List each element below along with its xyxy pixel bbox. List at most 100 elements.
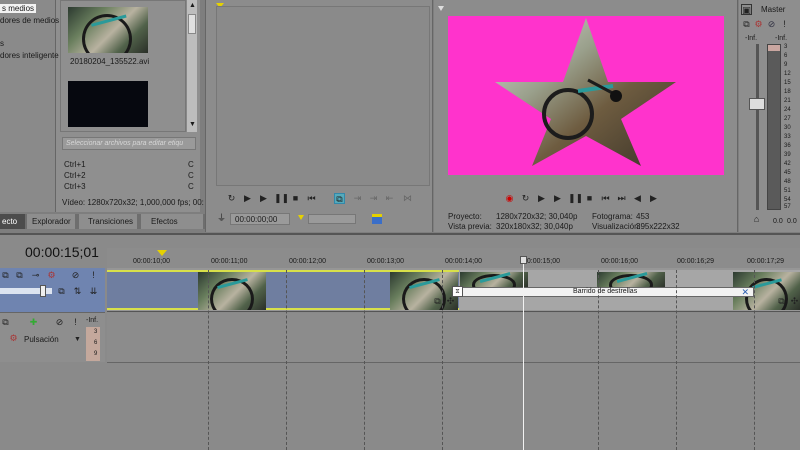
composite-icon[interactable]: ⊸ [30, 270, 41, 281]
audio-envelope-icon[interactable]: ✚ [28, 317, 39, 328]
tag-input[interactable]: Seleccionar archivos para editar etiqu [62, 137, 196, 150]
solo-icon[interactable]: ! [70, 317, 81, 328]
settings-gear-icon[interactable]: ⚙ [753, 19, 764, 30]
shortcut-val: C [188, 160, 194, 169]
transition-icon[interactable]: ⧖ [452, 286, 463, 297]
composite-child-icon[interactable]: ⇅ [72, 286, 83, 297]
audio-track-lane[interactable] [107, 313, 800, 363]
event-fx-icon[interactable]: ✣ [789, 296, 800, 307]
current-time: 00:00:15;01 [25, 244, 99, 260]
tab-transitions[interactable]: Transiciones [79, 214, 137, 229]
go-to-start-icon[interactable]: ⏮ [600, 193, 611, 204]
audio-track-header[interactable]: ⧉ ✚ ⊘ ! ⚙ Pulsación ▼ -Inf. 3 6 9 [0, 312, 105, 362]
star-mask-shape [495, 18, 676, 166]
video-track-header[interactable]: ⧉ ⧉ ⊸ ⚙ ⊘ ! ⧉ ⇅ ⇊ [0, 268, 105, 312]
frame-label: Fotograma: [592, 212, 633, 221]
solo-icon[interactable]: ! [779, 19, 790, 30]
clip-thumbnail [597, 272, 665, 288]
event-pan-crop-icon[interactable]: ⧉ [776, 296, 787, 307]
media-files: 20180204_135522.avi [60, 0, 186, 132]
master-db-left: -Inf. [745, 35, 758, 42]
prev-frame-icon[interactable]: ⏮ [306, 193, 317, 204]
play-icon[interactable]: ▶ [552, 193, 563, 204]
insert-icon[interactable]: ⇥ [352, 193, 363, 204]
ripple-icon[interactable]: ⇤ [384, 193, 395, 204]
clip-thumbnail [460, 272, 528, 288]
loop-marker[interactable] [157, 250, 167, 256]
media-thumbnail-black[interactable] [68, 81, 148, 127]
ruler-label: 00:00:10;00 [133, 258, 170, 265]
track-motion-icon[interactable]: ⧉ [0, 270, 11, 281]
tree-item[interactable]: dores inteligente [0, 51, 59, 60]
master-icon[interactable]: ▣ [741, 4, 752, 15]
scroll-thumb[interactable] [188, 14, 196, 34]
next-frame-icon[interactable]: ▶ [648, 193, 659, 204]
bus-fx-icon[interactable]: ⧉ [741, 19, 752, 30]
audio-track-fx[interactable]: Pulsación [24, 335, 59, 344]
media-thumbnail[interactable] [68, 7, 148, 53]
pause-icon[interactable]: ❚❚ [274, 193, 289, 204]
track-fx-icon[interactable]: ⧉ [0, 317, 11, 328]
add-to-timeline-icon[interactable]: ⧉ [334, 193, 345, 204]
grid-line [754, 270, 755, 450]
scroll-down-icon[interactable]: ▼ [189, 121, 196, 128]
pause-icon[interactable]: ❚❚ [568, 193, 583, 204]
trimmer-time-field[interactable]: 00:00:00;00 [230, 213, 290, 225]
event-fx-icon[interactable]: ✣ [445, 296, 456, 307]
settings-gear-icon[interactable]: ⚙ [8, 333, 19, 344]
tab-explorer[interactable]: Explorador [27, 214, 75, 229]
ruler-label: 00:00:15;00 [523, 258, 560, 265]
tab-project-media[interactable]: ecto [0, 214, 25, 229]
composite-parent-icon[interactable]: ⧉ [56, 286, 67, 297]
transition-bar[interactable]: Barrido de destrellas ✕ [462, 287, 754, 297]
overwrite-icon[interactable]: ⇥ [368, 193, 379, 204]
stop-icon[interactable]: ■ [290, 193, 301, 204]
track-fx-icon[interactable]: ⧉ [14, 270, 25, 281]
trimmer-timebar: ⏚ 00:00:00;00 [216, 212, 428, 226]
loop-icon[interactable]: ↻ [226, 193, 237, 204]
trimmer-range[interactable] [308, 214, 356, 224]
video-preview[interactable] [448, 16, 724, 175]
settings-gear-icon[interactable]: ⚙ [46, 270, 57, 281]
solo-icon[interactable]: ! [88, 270, 99, 281]
audio-meter: 3 6 9 [86, 327, 100, 361]
play-icon[interactable]: ▶ [258, 193, 269, 204]
scroll-up-icon[interactable]: ▲ [189, 2, 196, 9]
split-icon[interactable]: ⋈ [402, 193, 413, 204]
master-fader-track[interactable] [756, 44, 759, 210]
expand-icon[interactable]: ⇊ [88, 286, 99, 297]
tree-item[interactable]: dores de medios [0, 16, 59, 25]
playhead[interactable] [523, 258, 524, 450]
play-from-start-icon[interactable]: ▶ [242, 193, 253, 204]
record-icon[interactable]: ◉ [504, 193, 515, 204]
grid-line [208, 270, 209, 450]
stop-icon[interactable]: ■ [584, 193, 595, 204]
chevron-down-icon[interactable]: ▼ [72, 334, 83, 345]
mute-icon[interactable]: ⊘ [54, 317, 65, 328]
trimmer-in-marker[interactable] [298, 215, 304, 220]
trimmer-viewport[interactable] [216, 6, 430, 186]
tree-item[interactable]: s [0, 39, 4, 48]
transition-label: Barrido de destrellas [573, 288, 638, 295]
display-label: Visualización: [592, 222, 641, 231]
timeline-ruler[interactable]: 00:00:10;00 00:00:11;00 00:00:12;00 00:0… [107, 248, 800, 270]
trimmer-out-marker[interactable] [372, 214, 382, 224]
play-from-start-icon[interactable]: ▶ [536, 193, 547, 204]
playhead-handle[interactable] [520, 256, 527, 264]
master-fader-handle[interactable] [749, 98, 765, 110]
lock-icon[interactable]: ⌂ [751, 214, 762, 225]
mute-icon[interactable]: ⊘ [766, 19, 777, 30]
tab-effects[interactable]: Efectos [141, 214, 203, 229]
prev-frame-icon[interactable]: ◀ [632, 193, 643, 204]
media-scrollbar[interactable]: ▲ ▼ [186, 0, 197, 132]
tree-item[interactable]: s medios [0, 4, 37, 13]
mute-icon[interactable]: ⊘ [70, 270, 81, 281]
ruler-label: 00:00:16;00 [601, 258, 638, 265]
go-to-end-icon[interactable]: ⏭ [616, 193, 627, 204]
media-file-name: 20180204_135522.avi [70, 57, 150, 66]
frame-value: 453 [636, 212, 650, 221]
microphone-icon[interactable]: ⏚ [216, 213, 227, 224]
preview-label: Vista previa: [448, 222, 492, 231]
loop-icon[interactable]: ↻ [520, 193, 531, 204]
slider-handle[interactable] [40, 285, 46, 297]
